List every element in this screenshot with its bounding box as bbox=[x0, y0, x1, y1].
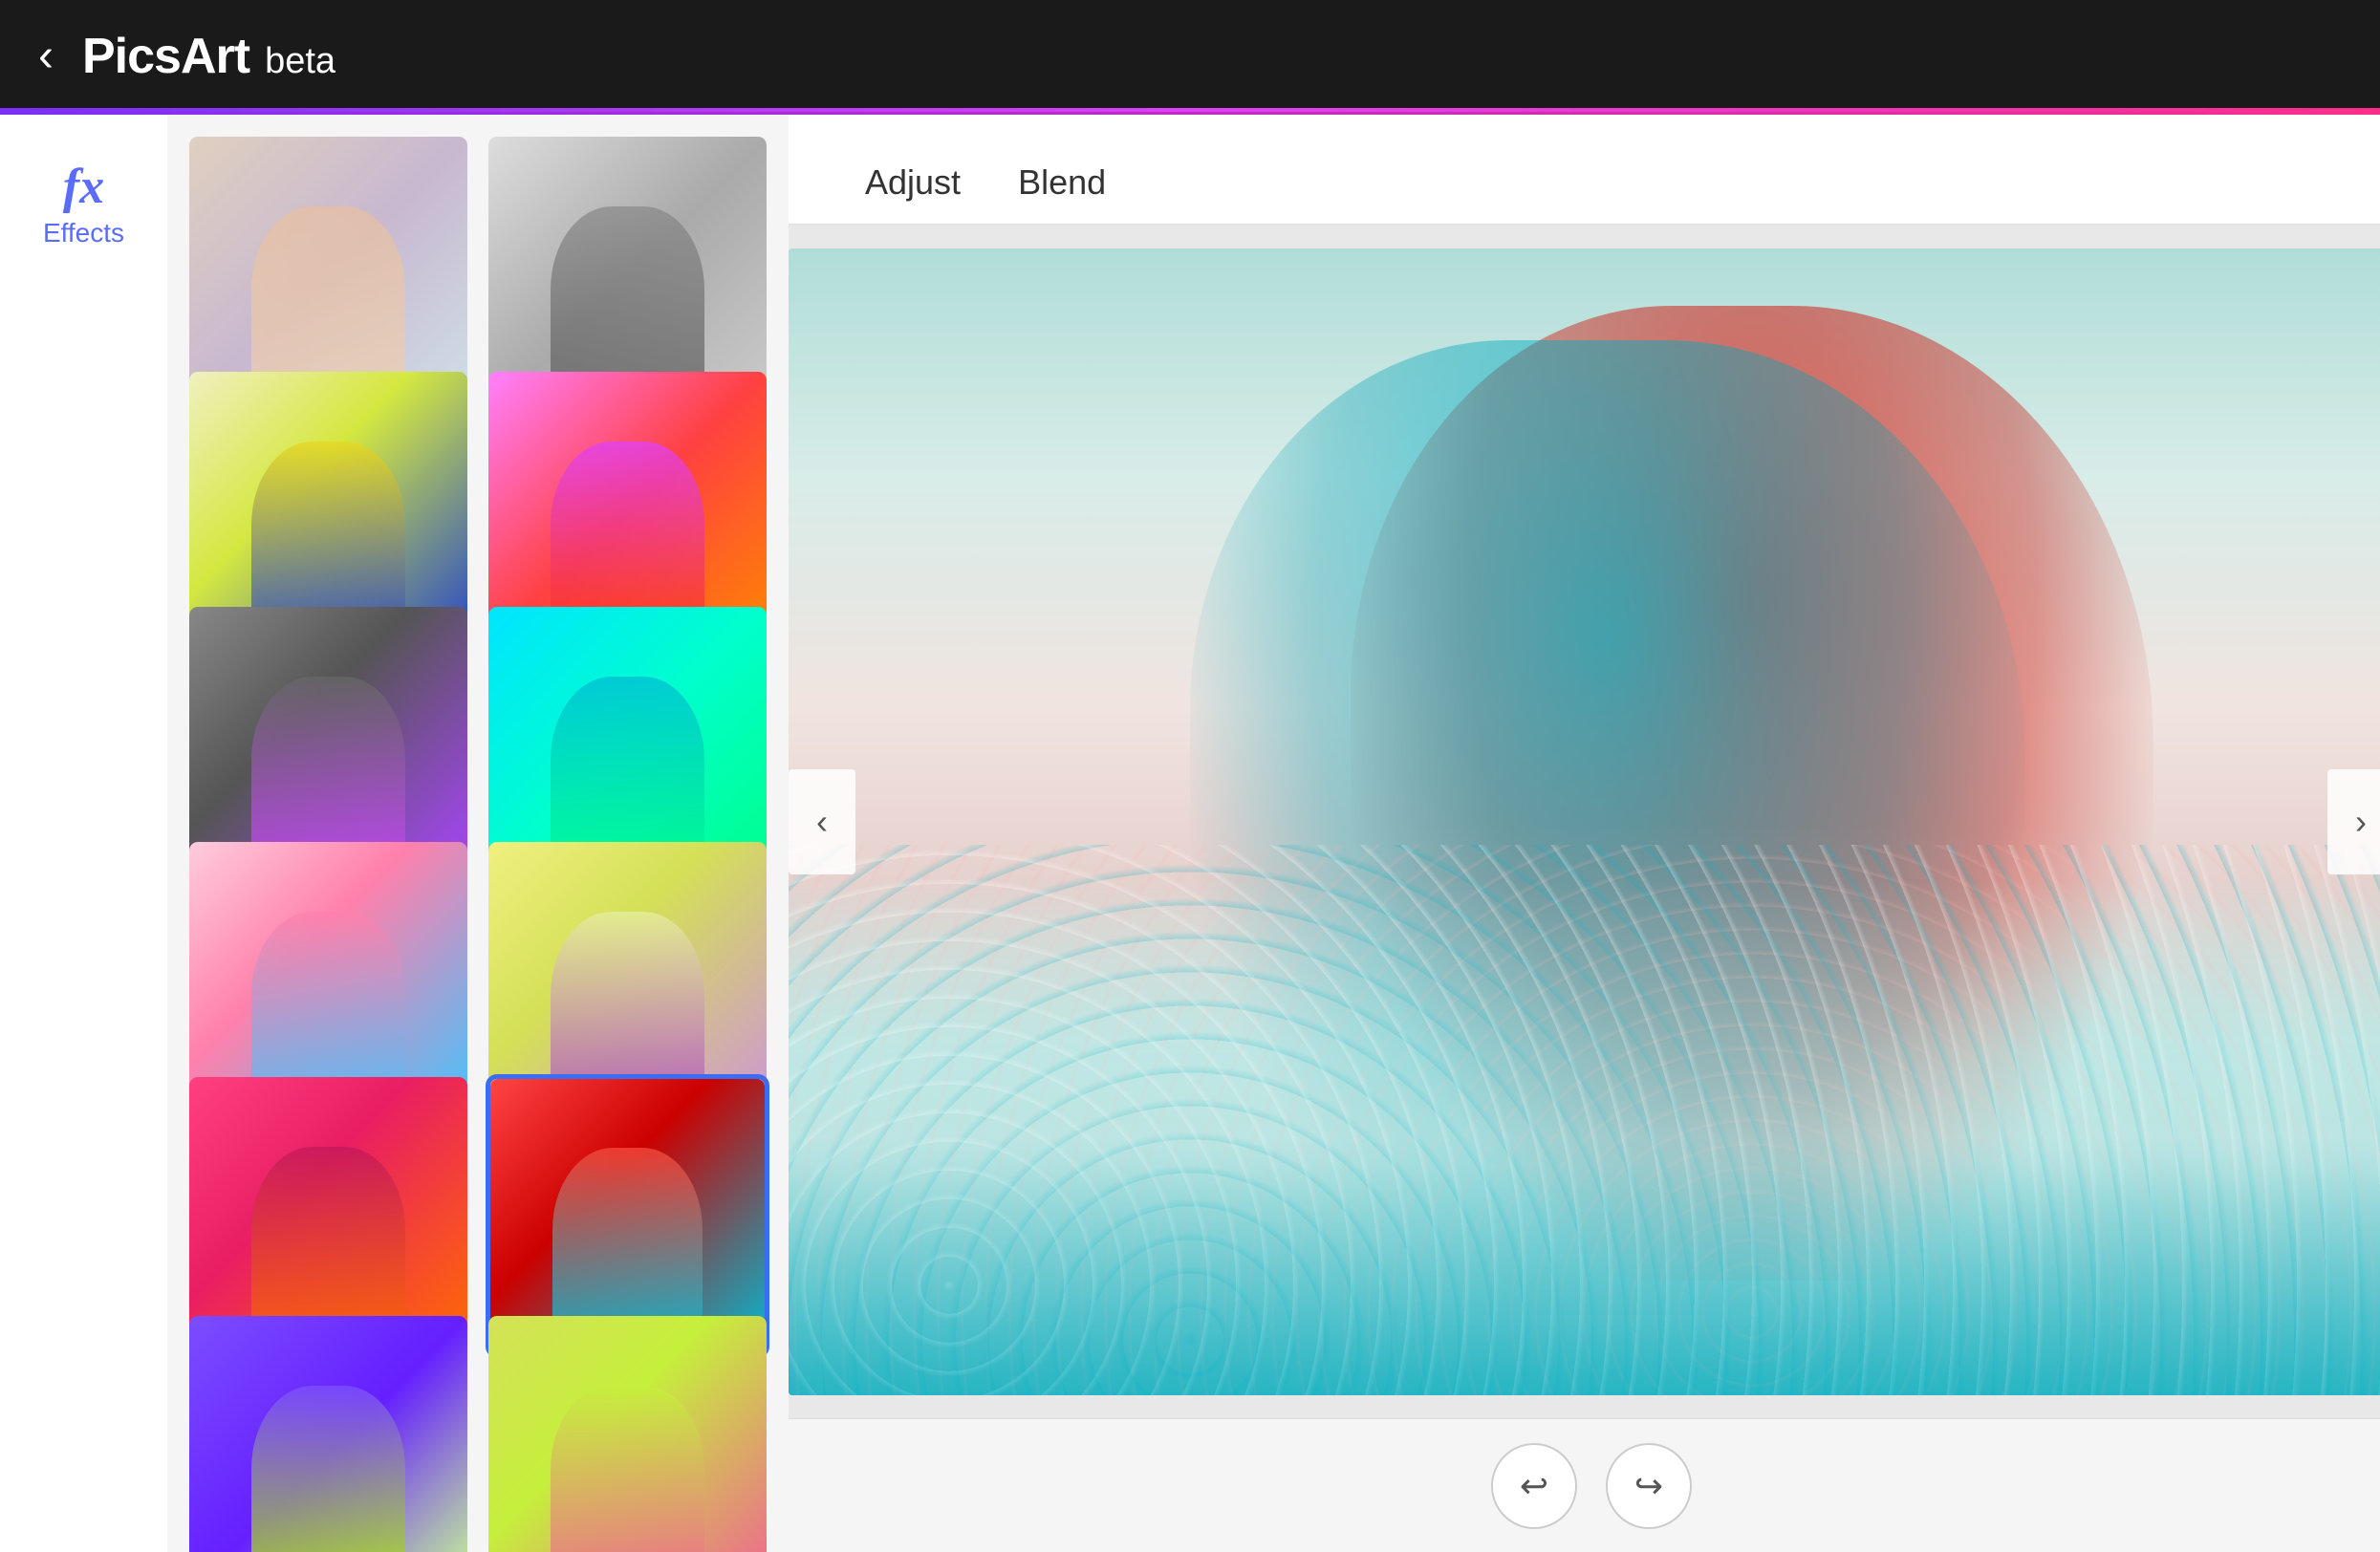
tab-adjust[interactable]: Adjust bbox=[836, 143, 989, 225]
undo-button[interactable]: ↩ bbox=[1491, 1443, 1577, 1529]
tab-bar: Adjust Blend bbox=[789, 115, 2380, 225]
next-arrow[interactable]: › bbox=[2327, 769, 2380, 874]
bottom-toolbar: ↩ ↪ bbox=[789, 1418, 2380, 1552]
header: ‹ PicsArt beta bbox=[0, 0, 2380, 115]
tab-blend[interactable]: Blend bbox=[989, 143, 1135, 225]
prev-arrow[interactable]: ‹ bbox=[789, 769, 855, 874]
effects-panel bbox=[167, 115, 789, 1552]
preview-image bbox=[789, 248, 2380, 1395]
main-area: fx Effects bbox=[0, 115, 2380, 1552]
sidebar: fx Effects bbox=[0, 115, 167, 1552]
logo-text: PicsArt bbox=[82, 28, 249, 85]
back-button[interactable]: ‹ bbox=[38, 33, 54, 79]
preview-area: ‹ › bbox=[789, 225, 2380, 1418]
logo: PicsArt beta bbox=[82, 28, 335, 85]
effect-thumb-lime-pink[interactable] bbox=[486, 1313, 769, 1552]
sidebar-item-effects[interactable]: fx Effects bbox=[33, 153, 134, 258]
effects-label: Effects bbox=[43, 218, 124, 248]
right-panel: Adjust Blend ‹ › bbox=[789, 115, 2380, 1552]
logo-beta: beta bbox=[265, 41, 335, 82]
redo-button[interactable]: ↪ bbox=[1606, 1443, 1692, 1529]
fx-icon: fx bbox=[63, 162, 104, 212]
effect-thumb-purple-lime[interactable] bbox=[186, 1313, 470, 1552]
